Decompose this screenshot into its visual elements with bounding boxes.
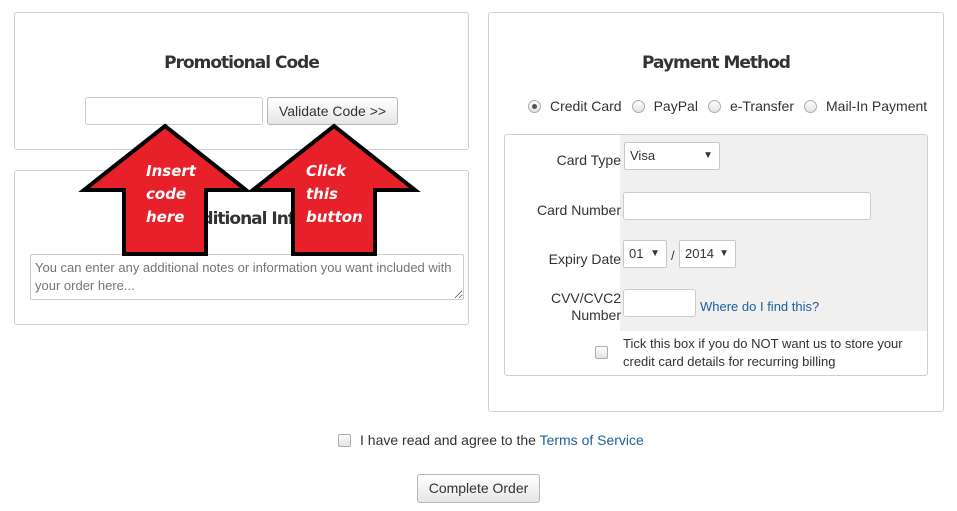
expiry-month-value: 01 — [629, 246, 644, 261]
no-store-checkbox[interactable] — [595, 346, 608, 359]
annotation-line: here — [146, 208, 185, 226]
terms-row: I have read and agree to the Terms of Se… — [360, 432, 644, 448]
card-type-select[interactable]: Visa ▼ — [624, 142, 720, 170]
validate-code-button[interactable]: Validate Code >> — [267, 97, 398, 125]
card-number-label: Card Number — [536, 202, 621, 218]
cvv-input[interactable] — [623, 289, 696, 317]
card-details-form: Card Type Visa ▼ Card Number Expiry Date… — [504, 134, 928, 376]
annotation-line: code — [146, 185, 187, 203]
card-type-label: Card Type — [556, 152, 621, 168]
radio-label-paypal: PayPal — [653, 98, 698, 114]
annotation-line: button — [306, 208, 363, 226]
no-store-text: Tick this box if you do NOT want us to s… — [623, 336, 903, 369]
radio-mail-in[interactable] — [804, 99, 818, 113]
cvv-label-line2: Number — [571, 307, 621, 323]
payment-title: Payment Method — [642, 53, 791, 73]
click-button-annotation: Click this button — [306, 160, 363, 229]
radio-paypal[interactable] — [631, 99, 645, 113]
cvv-label: CVV/CVC2 Number — [505, 290, 621, 324]
annotation-line: this — [306, 185, 338, 203]
additional-notes-textarea[interactable] — [30, 254, 464, 300]
promo-code-input[interactable] — [85, 97, 263, 125]
additional-info-panel: Additional Info — [14, 170, 469, 325]
annotation-line: Click — [306, 162, 347, 180]
card-type-value: Visa — [630, 148, 656, 163]
card-number-input[interactable] — [623, 192, 871, 220]
expiry-separator: / — [671, 248, 675, 263]
radio-label-credit-card: Credit Card — [550, 98, 622, 114]
radio-e-transfer[interactable] — [707, 99, 721, 113]
cvv-label-line1: CVV/CVC2 — [550, 290, 621, 306]
radio-label-mail-in: Mail-In Payment — [826, 98, 928, 114]
promo-panel: Promotional Code Validate Code >> — [14, 12, 469, 150]
promo-title: Promotional Code — [164, 53, 320, 73]
radio-credit-card[interactable] — [528, 99, 541, 113]
annotation-line: Insert — [146, 162, 196, 180]
chevron-down-icon: ▼ — [650, 248, 660, 259]
expiry-year-value: 2014 — [685, 246, 714, 261]
radio-label-e-transfer: e-Transfer — [729, 98, 795, 114]
insert-code-annotation: Insert code here — [146, 160, 196, 229]
terms-text: I have read and agree to the — [360, 432, 536, 448]
terms-of-service-link[interactable]: Terms of Service — [540, 432, 644, 448]
terms-checkbox[interactable] — [338, 434, 351, 447]
additional-info-title: Additional Info — [178, 209, 306, 229]
expiry-month-select[interactable]: 01 ▼ — [623, 240, 667, 268]
chevron-down-icon: ▼ — [703, 150, 713, 161]
chevron-down-icon: ▼ — [719, 248, 729, 259]
expiry-label: Expiry Date — [548, 251, 621, 267]
payment-options: Credit Card PayPal e-Transfer Mail-In Pa… — [528, 96, 937, 116]
cvv-help-link[interactable]: Where do I find this? — [700, 299, 819, 314]
expiry-year-select[interactable]: 2014 ▼ — [679, 240, 736, 268]
complete-order-button[interactable]: Complete Order — [417, 474, 540, 503]
